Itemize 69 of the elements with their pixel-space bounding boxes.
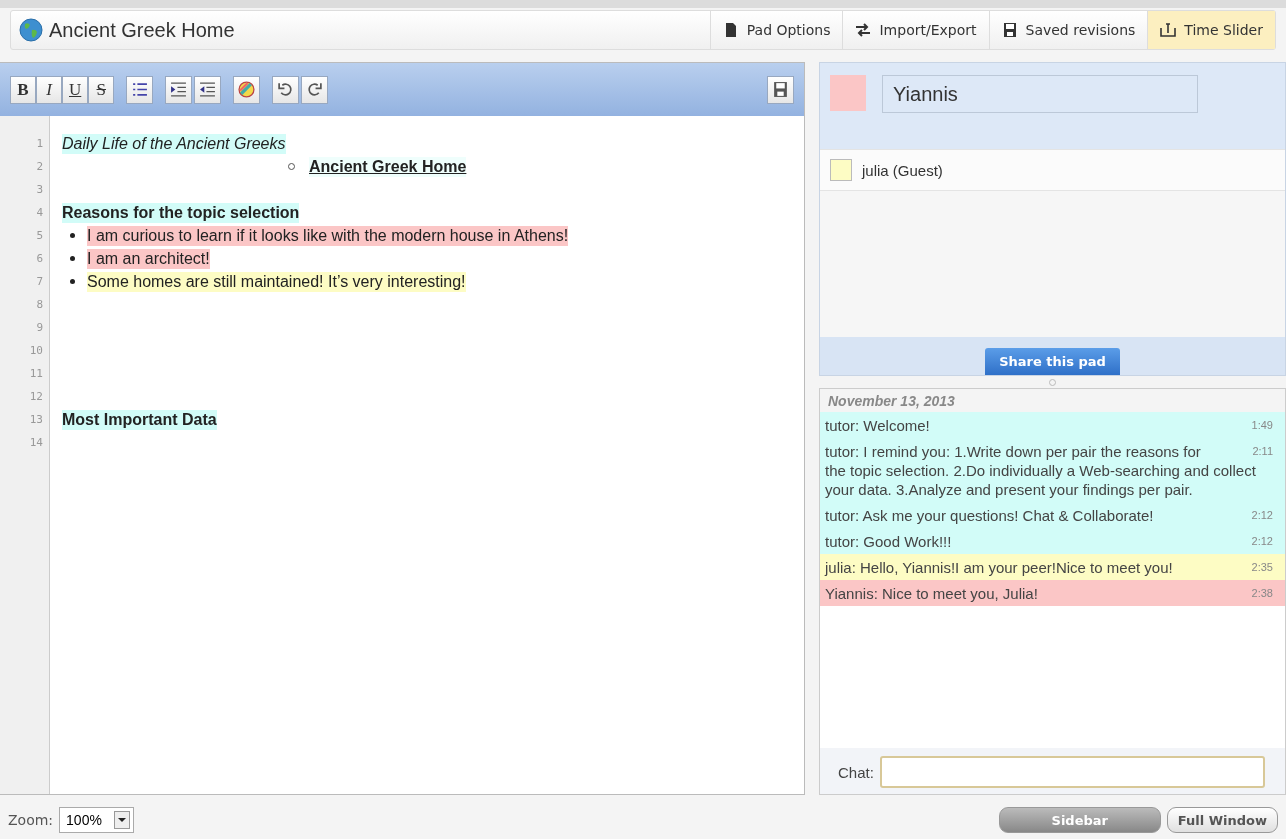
line-number: 7 [36, 274, 43, 290]
bullet-icon [70, 233, 75, 238]
format-button[interactable]: U [62, 75, 89, 104]
globe-icon [19, 18, 43, 42]
document-title: Daily Life of the Ancient Greeks [62, 133, 286, 154]
section-heading: Reasons for the topic selection [62, 202, 300, 223]
message-time: 2:12 [1250, 508, 1273, 523]
list-item-text: Some homes are still maintained! It’s very interesting! [87, 271, 466, 292]
format-button[interactable]: I [36, 75, 62, 104]
message-text: tutor: Welcome! [825, 417, 930, 434]
list-button[interactable] [126, 75, 154, 104]
bulleted-list-icon [131, 81, 149, 98]
line-number: 3 [36, 182, 43, 198]
chat-date: November 13, 2013 [820, 389, 1285, 412]
line-number: 6 [36, 251, 43, 267]
undo-button[interactable] [272, 75, 300, 104]
line-number: 14 [29, 435, 43, 451]
pad-title: Ancient Greek Home [49, 18, 235, 42]
redo-button[interactable] [301, 75, 329, 104]
menu-button[interactable]: Time Slider [1147, 11, 1275, 49]
heading-link[interactable]: Ancient Greek Home [309, 156, 467, 177]
message-text: julia: Hello, Yiannis!I am your peer!Nice to meet you! [825, 559, 1173, 576]
color-button[interactable] [233, 75, 261, 104]
message-time: 2:12 [1250, 534, 1273, 549]
message-time: 2:35 [1250, 560, 1273, 575]
undo-icon [277, 81, 295, 98]
format-button[interactable]: S [88, 75, 115, 104]
user-name: julia (Guest) [862, 161, 943, 179]
menu-button[interactable]: Pad Options [709, 11, 843, 49]
format-button[interactable]: B [10, 75, 36, 104]
chat-label: Chat: [838, 763, 874, 781]
list-item-text: I am curious to learn if it looks like with the modern house in Athens! [87, 225, 569, 246]
view-button[interactable]: Full Window [1166, 807, 1278, 833]
message-time: 2:38 [1250, 586, 1273, 601]
indent-icon [170, 81, 188, 98]
list-item-text: I am an architect! [87, 248, 210, 269]
bullet-icon [70, 279, 75, 284]
line-number: 5 [36, 228, 43, 244]
line-number: 13 [29, 412, 43, 428]
line-number: 2 [36, 159, 43, 175]
zoom-select[interactable]: 100% [59, 807, 134, 833]
time-slider-icon [1160, 22, 1177, 38]
chat-input[interactable] [879, 756, 1265, 788]
message-time: 2:11 [1251, 444, 1273, 459]
line-number: 11 [29, 366, 43, 382]
indent-button[interactable] [165, 75, 193, 104]
message-text: Yiannis: Nice to meet you, Julia! [825, 585, 1038, 602]
message-text: tutor: Ask me your questions! Chat & Collaborate! [825, 507, 1154, 524]
message-text: tutor: Good Work!!! [825, 533, 952, 550]
user-color-swatch[interactable] [830, 75, 866, 111]
message-time: 1:49 [1250, 418, 1273, 433]
swap-arrows-icon [855, 22, 872, 38]
save-button[interactable] [767, 75, 794, 104]
line-number: 9 [36, 320, 43, 336]
line-number: 4 [36, 205, 43, 221]
line-number: 12 [29, 389, 43, 405]
color-wheel-icon [238, 81, 256, 98]
outdent-icon [199, 81, 217, 98]
menu-button[interactable]: Import/Export [842, 11, 989, 49]
line-number: 1 [36, 136, 43, 152]
section-heading: Most Important Data [62, 409, 217, 430]
zoom-label: Zoom: [8, 812, 54, 828]
line-number: 8 [36, 297, 43, 313]
bullet-icon [70, 256, 75, 261]
redo-icon [306, 81, 324, 98]
outdent-button[interactable] [194, 75, 222, 104]
user-name-field[interactable]: Yiannis [882, 75, 1198, 113]
line-number: 10 [29, 343, 43, 359]
share-button[interactable]: Share this pad [985, 348, 1120, 375]
